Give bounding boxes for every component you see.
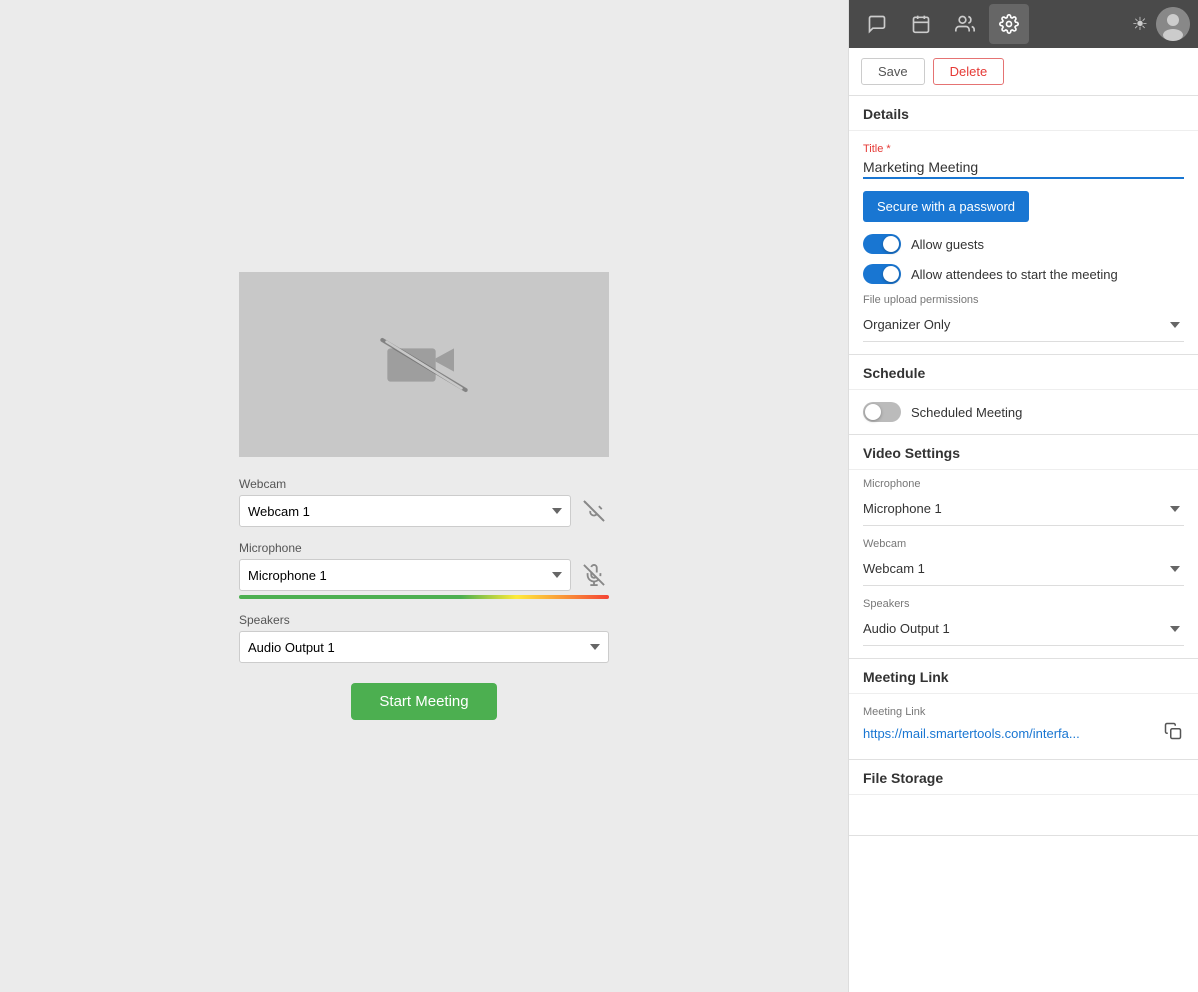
chat-toolbar-btn[interactable]	[857, 4, 897, 44]
toolbar: ☀	[849, 0, 1198, 48]
microphone-select[interactable]: Microphone 1Microphone 2	[239, 559, 571, 591]
allow-attendees-label: Allow attendees to start the meeting	[911, 267, 1118, 282]
speakers-select[interactable]: Audio Output 1Audio Output 2	[239, 631, 609, 663]
avatar	[1156, 7, 1190, 41]
toolbar-icons	[857, 4, 1132, 44]
start-meeting-button[interactable]: Start Meeting	[351, 683, 496, 720]
webcam-toggle-btn[interactable]	[579, 496, 609, 526]
secure-with-password-button[interactable]: Secure with a password	[863, 191, 1029, 222]
schedule-section-header: Schedule	[849, 355, 1198, 390]
webcam-label: Webcam	[239, 477, 609, 491]
title-input[interactable]	[863, 157, 1184, 179]
video-webcam-label: Webcam	[863, 538, 1184, 550]
meeting-link-section: Meeting Link Meeting Link https://mail.s…	[849, 659, 1198, 760]
contacts-toolbar-btn[interactable]	[945, 4, 985, 44]
file-upload-select[interactable]: Organizer OnlyAll Attendees	[863, 308, 1184, 342]
camera-off-icon	[374, 330, 474, 400]
toolbar-right: ☀	[1132, 7, 1190, 41]
scheduled-meeting-toggle[interactable]	[863, 402, 901, 422]
copy-link-button[interactable]	[1162, 720, 1184, 747]
allow-guests-row: Allow guests	[863, 234, 1184, 254]
speakers-label: Speakers	[239, 613, 609, 627]
allow-attendees-toggle[interactable]	[863, 264, 901, 284]
meeting-link-label: Meeting Link	[863, 706, 1184, 718]
details-section-content: Title * Secure with a password Allow gue…	[849, 131, 1198, 354]
details-section-header: Details	[849, 96, 1198, 131]
settings-toolbar-btn[interactable]	[989, 4, 1029, 44]
right-panel: ☀ Save Delete Details Title *	[848, 0, 1198, 992]
meeting-link-content: Meeting Link https://mail.smartertools.c…	[849, 694, 1198, 759]
delete-button[interactable]: Delete	[933, 58, 1005, 85]
allow-guests-toggle[interactable]	[863, 234, 901, 254]
microphone-device-row: Microphone Microphone 1Microphone 2	[239, 541, 609, 599]
mic-level-bar	[239, 595, 609, 599]
video-speakers-group: Speakers Audio Output 1Audio Output 2	[849, 590, 1198, 658]
video-microphone-select[interactable]: Microphone 1Microphone 2	[863, 492, 1184, 526]
video-settings-section: Video Settings Microphone Microphone 1Mi…	[849, 435, 1198, 659]
allow-attendees-row: Allow attendees to start the meeting	[863, 264, 1184, 284]
video-microphone-group: Microphone Microphone 1Microphone 2	[849, 470, 1198, 530]
file-storage-section: File Storage	[849, 760, 1198, 836]
video-settings-header: Video Settings	[849, 435, 1198, 470]
scheduled-meeting-row: Scheduled Meeting	[849, 390, 1198, 434]
left-panel: Webcam Webcam 1Webcam 2 Microphone	[0, 0, 848, 992]
speakers-device-row: Speakers Audio Output 1Audio Output 2	[239, 613, 609, 663]
meeting-link-header: Meeting Link	[849, 659, 1198, 694]
microphone-toggle-btn[interactable]	[579, 560, 609, 590]
webcam-device-row: Webcam Webcam 1Webcam 2	[239, 477, 609, 527]
scheduled-meeting-label: Scheduled Meeting	[911, 405, 1022, 420]
calendar-toolbar-btn[interactable]	[901, 4, 941, 44]
controls-area: Webcam Webcam 1Webcam 2 Microphone	[239, 477, 609, 720]
file-storage-header: File Storage	[849, 760, 1198, 795]
video-speakers-label: Speakers	[863, 598, 1184, 610]
schedule-section: Schedule Scheduled Meeting	[849, 355, 1198, 435]
video-speakers-select[interactable]: Audio Output 1Audio Output 2	[863, 612, 1184, 646]
video-webcam-group: Webcam Webcam 1Webcam 2	[849, 530, 1198, 590]
meeting-link-row: https://mail.smartertools.com/interfa...	[863, 720, 1184, 747]
video-microphone-label: Microphone	[863, 478, 1184, 490]
brightness-icon[interactable]: ☀	[1132, 14, 1148, 35]
details-section: Details Title * Secure with a password A…	[849, 96, 1198, 355]
save-button[interactable]: Save	[861, 58, 925, 85]
title-field-label: Title *	[863, 143, 1184, 155]
file-upload-group: File upload permissions Organizer OnlyAl…	[863, 294, 1184, 342]
meeting-link-value: https://mail.smartertools.com/interfa...	[863, 726, 1156, 741]
allow-guests-label: Allow guests	[911, 237, 984, 252]
webcam-select[interactable]: Webcam 1Webcam 2	[239, 495, 571, 527]
video-webcam-select[interactable]: Webcam 1Webcam 2	[863, 552, 1184, 586]
video-preview	[239, 272, 609, 457]
action-bar: Save Delete	[849, 48, 1198, 96]
microphone-label: Microphone	[239, 541, 609, 555]
file-upload-label: File upload permissions	[863, 294, 1184, 306]
